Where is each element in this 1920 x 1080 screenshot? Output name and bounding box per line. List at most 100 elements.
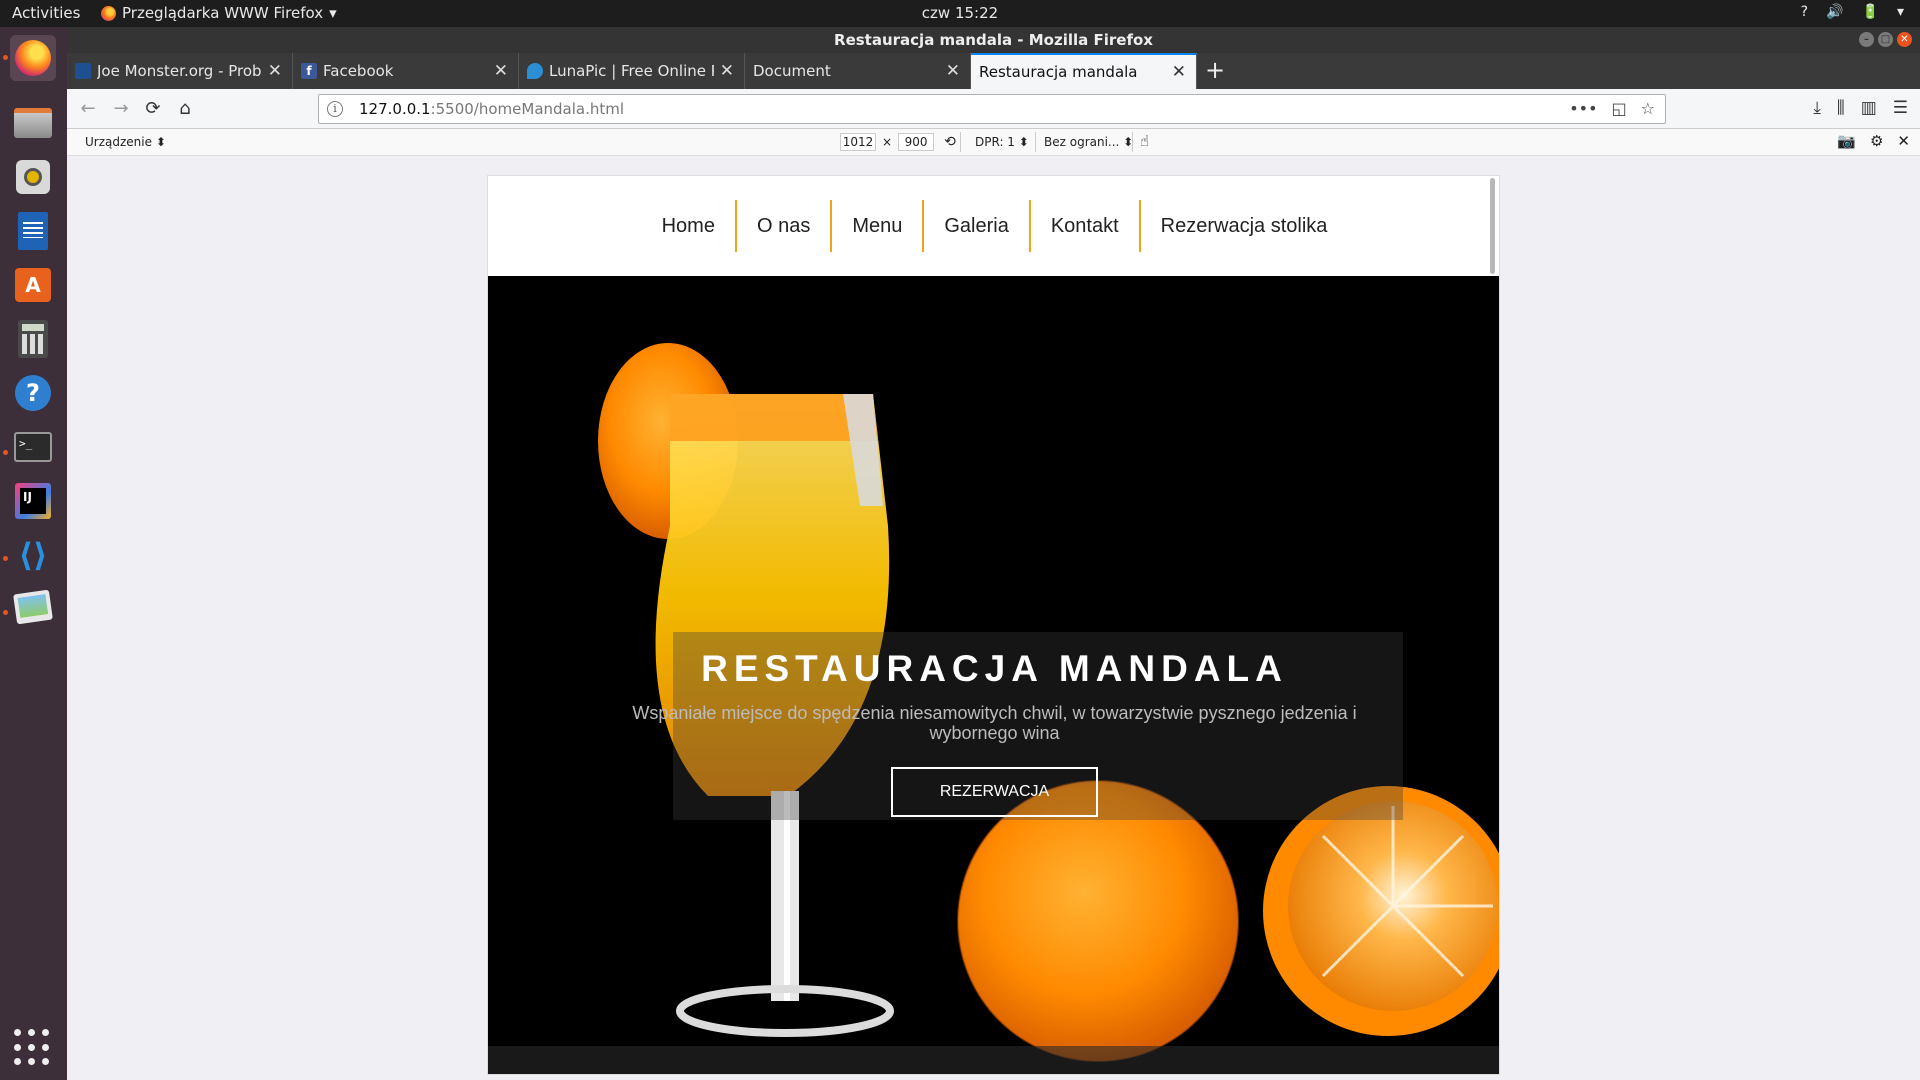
tab-facebook[interactable]: f Facebook ✕ xyxy=(293,53,519,89)
tab-label: Restauracja mandala xyxy=(979,63,1138,81)
files-dock-icon[interactable] xyxy=(10,100,56,146)
battery-icon[interactable]: 🔋 xyxy=(1862,4,1879,20)
viewport-height-input[interactable]: 900 xyxy=(898,133,935,151)
home-button[interactable]: ⌂ xyxy=(174,98,196,120)
terminal-dock-icon[interactable]: >_ xyxy=(10,424,56,470)
pocket-icon[interactable]: ◱ xyxy=(1612,99,1627,118)
nav-link-menu[interactable]: Menu xyxy=(830,200,922,252)
info-icon[interactable]: i xyxy=(327,101,343,117)
close-tab-icon[interactable]: ✕ xyxy=(946,61,960,81)
activities-button[interactable]: Activities xyxy=(12,4,80,22)
vscode-dock-icon[interactable]: ⟨⟩ xyxy=(10,532,56,578)
running-indicator xyxy=(3,450,8,455)
hero-section: RESTAURACJA MANDALA Wspaniałe miejsce do… xyxy=(488,276,1499,1074)
url-host: 127.0.0.1 xyxy=(359,100,431,118)
firefox-dock-icon[interactable] xyxy=(10,35,56,81)
tab-label: Joe Monster.org - Proba xyxy=(97,62,262,80)
new-tab-button[interactable]: + xyxy=(1197,53,1233,89)
device-selector-label: Urządzenie xyxy=(85,135,152,149)
tab-document[interactable]: Document ✕ xyxy=(745,53,971,89)
viewport-width-input[interactable]: 1012 xyxy=(840,133,876,151)
dpr-selector[interactable]: DPR: 1 ⬍ xyxy=(975,135,1029,149)
divider xyxy=(960,132,961,152)
joemonster-favicon-icon xyxy=(75,63,91,79)
hero-title: RESTAURACJA MANDALA xyxy=(701,648,1288,689)
intellij-dock-icon[interactable]: IJ xyxy=(10,478,56,524)
software-center-dock-icon[interactable]: A xyxy=(10,262,56,308)
nav-link-kontakt[interactable]: Kontakt xyxy=(1028,200,1139,252)
page-scrollbar[interactable] xyxy=(1490,178,1495,274)
close-tab-icon[interactable]: ✕ xyxy=(720,61,734,81)
tab-label: Document xyxy=(753,62,831,80)
forward-button[interactable]: → xyxy=(110,98,132,120)
system-tray[interactable]: ? 🔊 🔋 ▾ xyxy=(1801,4,1904,20)
responsive-design-toolbar: Urządzenie ⬍ 1012 × 900 ⟲ DPR: 1 ⬍ Bez o… xyxy=(67,129,1920,156)
facebook-favicon-icon: f xyxy=(301,63,317,79)
url-path: :5500/homeMandala.html xyxy=(430,100,625,118)
nav-link-galeria[interactable]: Galeria xyxy=(922,200,1028,252)
writer-dock-icon[interactable] xyxy=(10,208,56,254)
screenshot-icon[interactable]: 📷 xyxy=(1837,132,1856,150)
maximize-window-button[interactable]: □ xyxy=(1878,32,1893,47)
close-tab-icon[interactable]: ✕ xyxy=(494,61,508,81)
bookmark-star-icon[interactable]: ☆ xyxy=(1641,99,1655,118)
tab-label: LunaPic | Free Online Ph xyxy=(549,62,714,80)
volume-icon[interactable]: 🔊 xyxy=(1826,4,1843,20)
throttle-label: Bez ograni... xyxy=(1044,135,1120,149)
downloads-icon[interactable]: ⤓ xyxy=(1813,98,1821,118)
lunapic-favicon-icon xyxy=(527,63,543,79)
dpr-label: DPR: 1 xyxy=(975,135,1015,149)
close-window-button[interactable]: ✕ xyxy=(1897,32,1912,47)
dock: A ? >_ IJ ⟨⟩ xyxy=(0,27,67,1080)
page-actions-icon[interactable]: ••• xyxy=(1569,99,1597,118)
tab-restauracja-mandala[interactable]: Restauracja mandala ✕ xyxy=(971,53,1197,89)
url-bar[interactable]: i 127.0.0.1:5500/homeMandala.html ••• ◱ … xyxy=(318,94,1666,124)
system-menu-icon[interactable]: ▾ xyxy=(1897,4,1904,20)
clock[interactable]: czw 15:22 xyxy=(922,4,998,22)
hero-subtitle: Wspaniałe miejsce do spędzenia niesamowi… xyxy=(632,703,1357,743)
chevron-down-icon: ▾ xyxy=(329,4,337,22)
divider xyxy=(1035,132,1036,152)
site-navigation: Home O nas Menu Galeria Kontakt Rezerwac… xyxy=(488,176,1499,276)
reload-button[interactable]: ⟳ xyxy=(142,98,164,120)
tab-joemonster[interactable]: Joe Monster.org - Proba ✕ xyxy=(67,53,293,89)
close-rdm-icon[interactable]: ✕ xyxy=(1897,132,1910,150)
show-applications-icon[interactable] xyxy=(14,1029,52,1067)
library-icon[interactable]: ⫼ xyxy=(1837,98,1845,118)
network-throttle-selector[interactable]: Bez ograni... ⬍ xyxy=(1044,135,1133,149)
hamburger-menu-icon[interactable]: ☰ xyxy=(1893,98,1908,118)
help-icon[interactable]: ? xyxy=(1801,4,1808,20)
nav-link-o-nas[interactable]: O nas xyxy=(734,200,830,252)
nav-link-home[interactable]: Home xyxy=(642,200,735,252)
sidebar-icon[interactable]: ▥ xyxy=(1861,98,1877,118)
touch-simulation-icon[interactable]: ☝ xyxy=(1140,132,1149,150)
reservation-button[interactable]: REZERWACJA xyxy=(891,767,1098,817)
rhythmbox-dock-icon[interactable] xyxy=(10,154,56,200)
rotate-viewport-icon[interactable]: ⟲ xyxy=(944,134,956,150)
device-selector[interactable]: Urządzenie ⬍ xyxy=(85,135,166,149)
size-separator: × xyxy=(882,135,893,149)
navigation-toolbar: ← → ⟳ ⌂ i 127.0.0.1:5500/homeMandala.htm… xyxy=(67,89,1920,129)
calculator-dock-icon[interactable] xyxy=(10,316,56,362)
back-button[interactable]: ← xyxy=(77,98,99,120)
image-viewer-dock-icon[interactable] xyxy=(10,586,56,632)
close-tab-icon[interactable]: ✕ xyxy=(268,61,282,81)
nav-link-rezerwacja[interactable]: Rezerwacja stolika xyxy=(1138,200,1348,252)
running-indicator xyxy=(3,556,8,561)
running-indicator xyxy=(3,55,8,60)
tab-lunapic[interactable]: LunaPic | Free Online Ph ✕ xyxy=(519,53,745,89)
app-menu-label: Przeglądarka WWW Firefox xyxy=(122,4,324,22)
system-top-bar: Activities Przeglądarka WWW Firefox ▾ cz… xyxy=(0,0,1920,27)
minimize-window-button[interactable]: – xyxy=(1859,32,1874,47)
tab-bar: Joe Monster.org - Proba ✕ f Facebook ✕ L… xyxy=(67,53,1920,89)
viewport-size: 1012 × 900 ⟲ xyxy=(840,133,956,151)
settings-gear-icon[interactable]: ⚙ xyxy=(1870,132,1883,150)
app-menu[interactable]: Przeglądarka WWW Firefox ▾ xyxy=(101,4,337,22)
close-tab-icon[interactable]: ✕ xyxy=(1172,62,1186,82)
help-dock-icon[interactable]: ? xyxy=(10,370,56,416)
firefox-icon xyxy=(101,5,116,21)
window-title-bar: Restauracja mandala - Mozilla Firefox – … xyxy=(67,27,1920,53)
divider xyxy=(1132,132,1133,152)
tab-label: Facebook xyxy=(323,62,394,80)
page-viewport: Home O nas Menu Galeria Kontakt Rezerwac… xyxy=(487,175,1500,1075)
